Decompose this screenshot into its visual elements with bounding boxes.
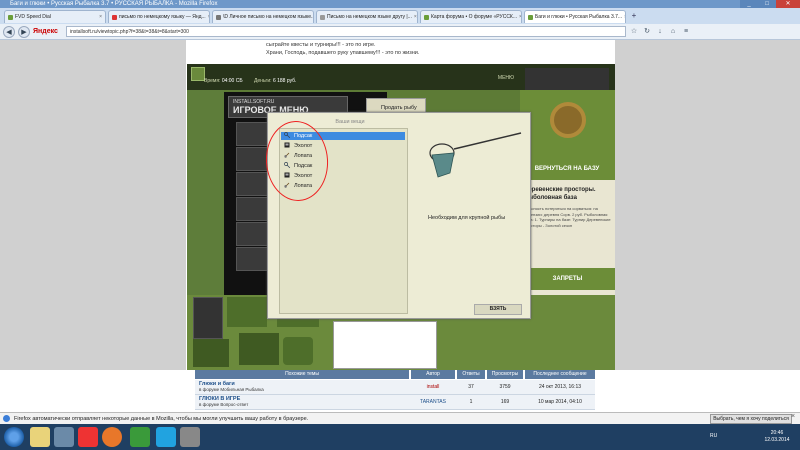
close-tab-icon[interactable]: × [99,11,102,23]
basket-slot[interactable] [283,337,313,365]
yandex-logo: Яндекс [33,28,58,35]
bans-button[interactable]: ЗАПРЕТЫ [520,268,615,290]
notification-text: Firefox автоматически отправляет некотор… [14,416,309,422]
url-bar[interactable]: installsoft.ru/viewtopic.php?f=38&t=38&t… [66,26,626,37]
landing-net-icon [429,132,522,178]
time-value: 04:00 СБ [221,78,243,84]
topic-views: 3759 [499,384,511,390]
topic-replies: 37 [468,384,474,390]
header-views: Просмотры [487,370,523,379]
back-button[interactable]: ◀ [3,25,15,38]
explorer-icon[interactable] [30,427,50,447]
navigation-bar: ◀ ▶ Яндекс installsoft.ru/viewtopic.php?… [0,24,800,40]
game-menu-button[interactable]: МЕНЮ [495,70,517,86]
menu-icon[interactable]: ≡ [681,27,691,37]
topic-forum[interactable]: в форуме Вопрос-ответ [199,402,248,407]
favicon-icon [424,14,429,20]
close-tab-icon[interactable]: × [519,11,521,23]
game-top-right-panel [525,68,609,90]
bucket-slot[interactable] [227,297,267,327]
minimize-button[interactable]: _ [740,0,758,8]
back-to-base-button[interactable]: ВЕРНУТЬСЯ НА БАЗУ [522,166,612,172]
plant-slot[interactable] [239,333,279,365]
language-indicator[interactable]: RU [710,433,717,439]
choose-share-button[interactable]: Выбрать, чем я хочу поделиться [710,414,792,424]
time-label: Время: [204,78,221,84]
similar-topics-table: Похожие темы Автор Ответы Просмотры Посл… [195,370,595,410]
topic-author[interactable]: install [411,384,455,390]
base-info: Опасность потеряться на сорваться: на ли… [524,206,611,228]
skype-icon[interactable] [156,427,176,447]
window-controls: _ □ ✕ [740,0,800,8]
utorrent-icon[interactable] [130,427,150,447]
forward-button[interactable]: ▶ [18,25,30,38]
topic-author[interactable]: TARANTAS [411,399,455,405]
new-tab-button[interactable]: + [628,10,640,22]
table-row: ГЛЮКИ В ИГРЕ в форуме Вопрос-ответ TARAN… [195,395,595,410]
post-text: сыграйте квесты и турниры!!! - это по иг… [266,42,420,56]
maximize-button[interactable]: □ [758,0,776,8]
table-row: Глюки и баги в форуме Мобильная Рыбалка … [195,380,595,395]
left-margin [0,40,186,370]
header-author: Автор [411,370,455,379]
topic-forum[interactable]: в форуме Мобильная Рыбалка [199,387,264,392]
star-icon[interactable]: ☆ [629,27,639,37]
base-title: Деревенские просторы. Рыболовная база [524,187,596,201]
header-last-post: Последнее сообщение [525,370,595,379]
yandex-favicon-icon [112,14,117,20]
info-icon [3,415,10,422]
tab-yandex-search[interactable]: письмо по немецкому языку — Янд...× [108,10,210,23]
topic-last-post: 24 окт 2013, 16:13 [538,384,582,390]
close-tab-icon[interactable]: × [208,11,209,23]
tab-letter-1[interactable]: \D Личное письмо на немецком языке...× [212,10,314,23]
firefox-icon[interactable] [102,427,122,447]
tab-forum-map[interactable]: Карта форума • О форуме «РУССК... × [420,10,522,23]
window-title: Баги и глюки • Русская Рыбалка 3.7 • РУС… [0,0,800,8]
game-left-strip [187,90,224,295]
media-icon[interactable] [54,427,74,447]
game-corner-icon [191,67,205,81]
ship-wheel-icon [550,102,586,138]
right-margin [615,40,800,370]
tab-letter-2[interactable]: Письмо на немецком языке другу |... × [316,10,418,23]
tab-bar: FVD Speed Dial × письмо по немецкому язык… [0,8,800,24]
gauge-panel [193,297,223,339]
tab-speed-dial[interactable]: FVD Speed Dial × [4,10,106,23]
header-replies: Ответы [457,370,485,379]
favicon-icon [528,14,533,20]
close-button[interactable]: ✕ [776,0,800,8]
header-topics: Похожие темы [195,370,409,379]
favicon-icon [216,14,221,20]
clock[interactable]: 20:46 12.03.2014 [762,430,792,444]
dialog-title: Ваши вещи [335,119,365,125]
topic-replies: 1 [469,399,473,405]
close-tab-icon[interactable]: × [624,11,625,23]
close-notification-icon[interactable]: × [791,413,795,420]
notification-bar: Firefox автоматически отправляет некотор… [0,412,800,424]
favicon-icon [320,14,325,20]
take-button[interactable]: ВЗЯТЬ [474,304,522,315]
game-status-bar: Время: 04:00 СБ Деньги: 6 188 руб. МЕНЮ [187,64,615,90]
back-to-base-area[interactable]: ВЕРНУТЬСЯ НА БАЗУ [520,90,615,180]
yandex-browser-icon[interactable] [78,427,98,447]
money-value: 6 188 руб. [272,78,297,84]
topic-views: 169 [500,399,510,405]
item-description: Необходим для крупной рыбы [428,215,506,221]
money-label: Деньги: [254,78,272,84]
favicon-icon [8,14,13,20]
start-button[interactable] [4,427,24,447]
download-icon[interactable]: ↓ [655,27,665,37]
fish-cage-grid [333,321,437,369]
reload-icon[interactable]: ↻ [642,27,652,37]
home-icon[interactable]: ⌂ [668,27,678,37]
topic-last-post: 10 мар 2014, 04:10 [538,399,582,405]
close-tab-icon[interactable]: × [414,11,417,23]
tab-bugs[interactable]: Баги и глюки • Русская Рыбалка 3.7...× [524,10,626,23]
pot-slot[interactable] [193,339,229,367]
app-icon[interactable] [180,427,200,447]
